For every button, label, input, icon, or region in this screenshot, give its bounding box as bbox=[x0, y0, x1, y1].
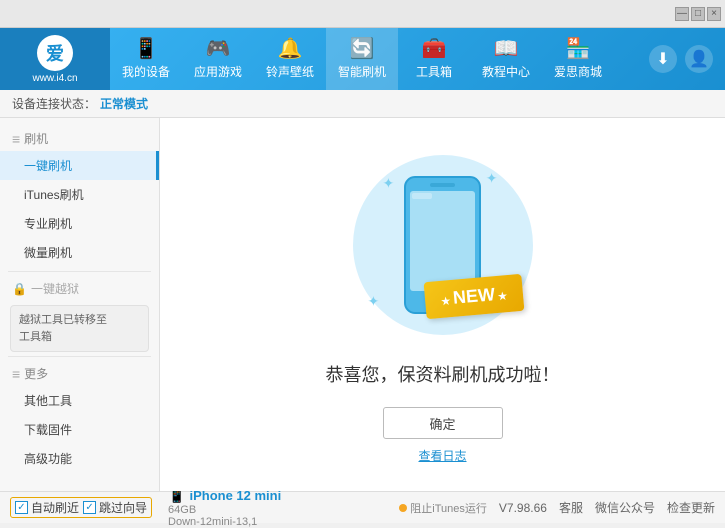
auto-flash-checkbox[interactable] bbox=[15, 501, 28, 514]
flash-section-icon: ≡ bbox=[12, 131, 20, 147]
title-bar: — □ × bbox=[0, 0, 725, 28]
skip-guide-checkbox-item[interactable]: 跳过向导 bbox=[83, 499, 147, 516]
bottom-bar: 自动刷近 跳过向导 📱 iPhone 12 mini 64GB Down-12m… bbox=[0, 491, 725, 523]
success-message: 恭喜您，保资料刷机成功啦！ bbox=[326, 361, 560, 387]
customer-service-link[interactable]: 客服 bbox=[559, 499, 583, 516]
logo-text: www.i4.cn bbox=[32, 73, 77, 84]
top-navigation: 爱 www.i4.cn 📱 我的设备 🎮 应用游戏 🔔 铃声壁纸 🔄 智能刷机 … bbox=[0, 28, 725, 90]
nav-smart-flash-label: 智能刷机 bbox=[338, 63, 386, 80]
main-layout: ≡ 刷机 一键刷机 iTunes刷机 专业刷机 微量刷机 🔒 一键越狱 越狱工具… bbox=[0, 118, 725, 491]
sidebar-jailbreak-disabled: 🔒 一键越狱 bbox=[0, 276, 159, 301]
sidebar-item-one-key-flash[interactable]: 一键刷机 bbox=[0, 151, 159, 180]
download-button[interactable]: ⬇ bbox=[649, 45, 677, 73]
status-label: 设备连接状态： bbox=[12, 95, 96, 112]
circle-background: ✦ ✦ ✦ NEW bbox=[353, 155, 533, 335]
skip-guide-label: 跳过向导 bbox=[99, 499, 147, 516]
sparkle-icon-3: ✦ bbox=[368, 293, 380, 310]
nav-tutorial[interactable]: 📖 教程中心 bbox=[470, 28, 542, 90]
sidebar-more-title: ≡ 更多 bbox=[0, 361, 159, 386]
apps-icon: 🎮 bbox=[206, 39, 231, 59]
phone-illustration: ✦ ✦ ✦ NEW bbox=[343, 145, 543, 345]
sidebar-flash-title: ≡ 刷机 bbox=[0, 126, 159, 151]
bottom-left: 自动刷近 跳过向导 📱 iPhone 12 mini 64GB Down-12m… bbox=[10, 487, 281, 528]
bottom-right: 阻止iTunes运行 V7.98.66 客服 微信公众号 检查更新 bbox=[399, 499, 715, 516]
device-model: Down-12mini-13,1 bbox=[168, 516, 281, 528]
nav-my-device[interactable]: 📱 我的设备 bbox=[110, 28, 182, 90]
nav-my-device-label: 我的设备 bbox=[122, 63, 170, 80]
sidebar-item-itunes-flash[interactable]: iTunes刷机 bbox=[0, 180, 159, 209]
nav-apps-label: 应用游戏 bbox=[194, 63, 242, 80]
auto-flash-label: 自动刷近 bbox=[31, 499, 79, 516]
version-text: V7.98.66 bbox=[499, 501, 547, 515]
sidebar-item-other-tools[interactable]: 其他工具 bbox=[0, 386, 159, 415]
sidebar-divider-2 bbox=[8, 356, 151, 357]
more-section-label: 更多 bbox=[24, 365, 48, 382]
nav-right-actions: ⬇ 👤 bbox=[649, 45, 725, 73]
sparkle-icon-2: ✦ bbox=[486, 170, 498, 187]
itunes-status[interactable]: 阻止iTunes运行 bbox=[399, 500, 487, 516]
itunes-status-dot bbox=[399, 504, 407, 512]
connection-status-bar: 设备连接状态： 正常模式 bbox=[0, 90, 725, 118]
status-value: 正常模式 bbox=[100, 95, 148, 112]
toolbox-icon: 🧰 bbox=[422, 39, 447, 59]
window-controls: — □ × bbox=[675, 7, 721, 21]
nav-shop[interactable]: 🏪 爱思商城 bbox=[542, 28, 614, 90]
minimize-button[interactable]: — bbox=[675, 7, 689, 21]
new-badge: NEW bbox=[423, 274, 524, 319]
wechat-public-link[interactable]: 微信公众号 bbox=[595, 499, 655, 516]
more-section-icon: ≡ bbox=[12, 366, 20, 382]
content-area: ✦ ✦ ✦ NEW bbox=[160, 118, 725, 491]
nav-items: 📱 我的设备 🎮 应用游戏 🔔 铃声壁纸 🔄 智能刷机 🧰 工具箱 📖 教程中心… bbox=[110, 28, 649, 90]
nav-ringtones-label: 铃声壁纸 bbox=[266, 63, 314, 80]
skip-guide-checkbox[interactable] bbox=[83, 501, 96, 514]
sidebar-item-free-data-flash[interactable]: 微量刷机 bbox=[0, 238, 159, 267]
checkbox-group: 自动刷近 跳过向导 bbox=[10, 497, 152, 518]
nav-smart-flash[interactable]: 🔄 智能刷机 bbox=[326, 28, 398, 90]
lock-icon: 🔒 bbox=[12, 282, 27, 296]
tutorial-icon: 📖 bbox=[494, 39, 519, 59]
sidebar: ≡ 刷机 一键刷机 iTunes刷机 专业刷机 微量刷机 🔒 一键越狱 越狱工具… bbox=[0, 118, 160, 491]
phone-icon: 📱 bbox=[134, 39, 159, 59]
close-button[interactable]: × bbox=[707, 7, 721, 21]
flash-section-label: 刷机 bbox=[24, 130, 48, 147]
nav-apps-games[interactable]: 🎮 应用游戏 bbox=[182, 28, 254, 90]
nav-tutorial-label: 教程中心 bbox=[482, 63, 530, 80]
sparkle-icon-1: ✦ bbox=[383, 175, 395, 192]
confirm-button[interactable]: 确定 bbox=[383, 407, 503, 439]
sidebar-item-advanced[interactable]: 高级功能 bbox=[0, 444, 159, 473]
ringtone-icon: 🔔 bbox=[278, 39, 303, 59]
shop-icon: 🏪 bbox=[566, 39, 591, 59]
flash-icon: 🔄 bbox=[350, 39, 375, 59]
sidebar-item-download-firmware[interactable]: 下载固件 bbox=[0, 415, 159, 444]
nav-toolbox[interactable]: 🧰 工具箱 bbox=[398, 28, 470, 90]
logo-area: 爱 www.i4.cn bbox=[0, 28, 110, 90]
device-info: 📱 iPhone 12 mini 64GB Down-12mini-13,1 bbox=[168, 487, 281, 528]
sidebar-item-pro-flash[interactable]: 专业刷机 bbox=[0, 209, 159, 238]
nav-shop-label: 爱思商城 bbox=[554, 63, 602, 80]
nav-ringtones[interactable]: 🔔 铃声壁纸 bbox=[254, 28, 326, 90]
view-log-link[interactable]: 查看日志 bbox=[418, 447, 466, 464]
itunes-status-label: 阻止iTunes运行 bbox=[410, 500, 487, 516]
device-storage: 64GB bbox=[168, 504, 281, 516]
jailbreak-label: 一键越狱 bbox=[31, 280, 79, 297]
jailbreak-notice: 越狱工具已转移至工具箱 bbox=[10, 305, 149, 352]
logo-icon: 爱 bbox=[37, 35, 73, 71]
maximize-button[interactable]: □ bbox=[691, 7, 705, 21]
sidebar-divider-1 bbox=[8, 271, 151, 272]
auto-flash-checkbox-item[interactable]: 自动刷近 bbox=[15, 499, 79, 516]
nav-toolbox-label: 工具箱 bbox=[416, 63, 452, 80]
account-button[interactable]: 👤 bbox=[685, 45, 713, 73]
check-update-link[interactable]: 检查更新 bbox=[667, 499, 715, 516]
